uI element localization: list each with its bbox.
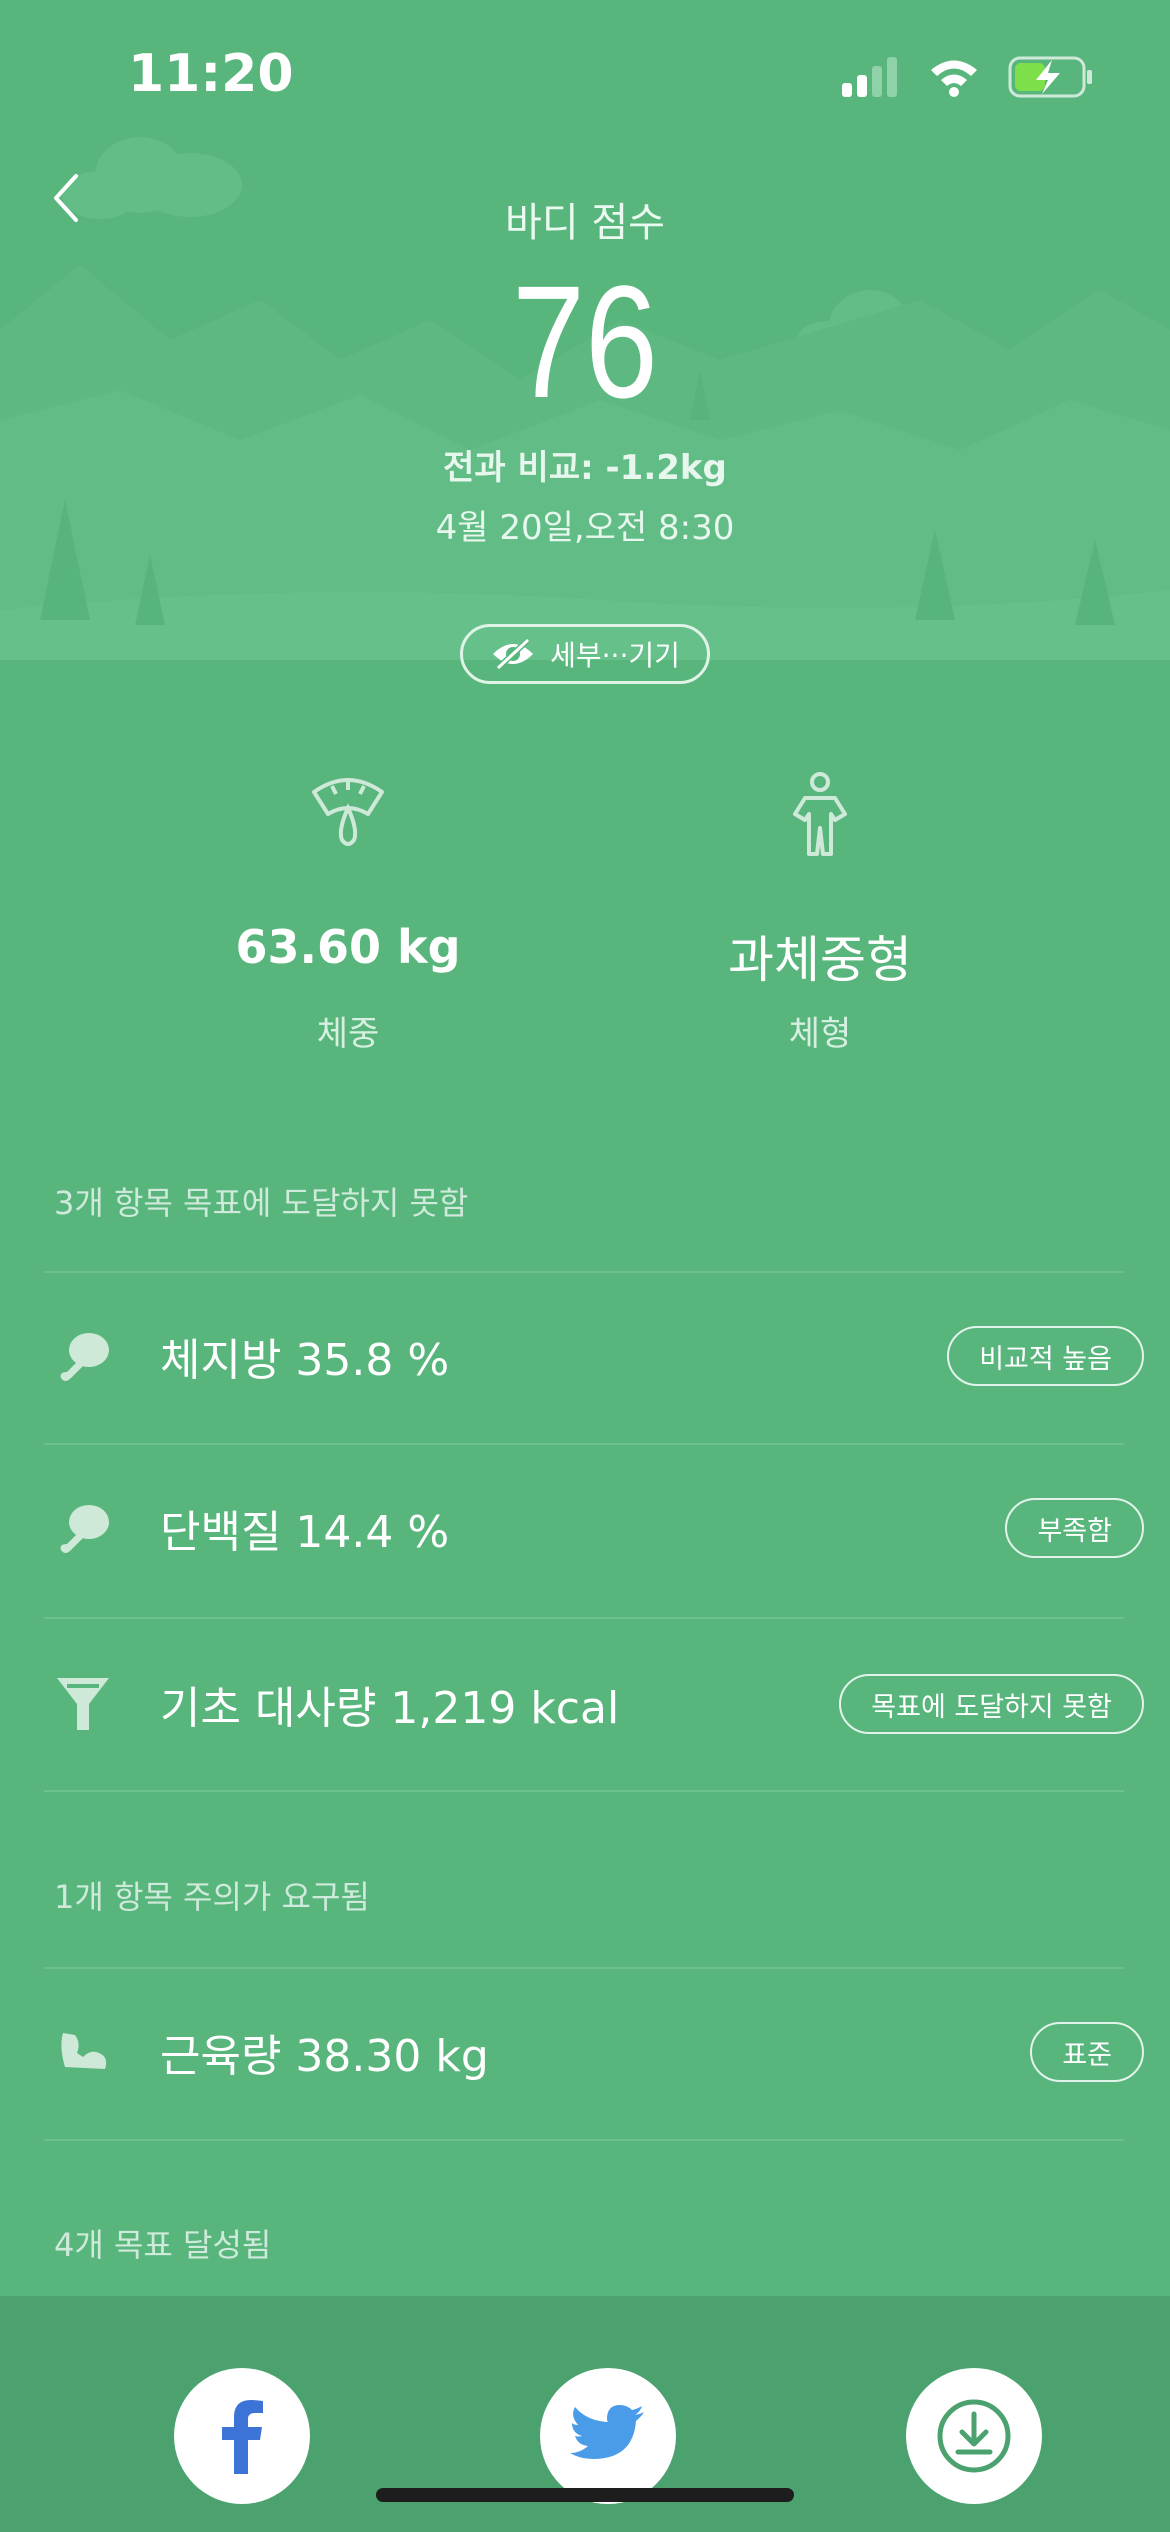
download-button[interactable] bbox=[906, 2368, 1042, 2504]
divider bbox=[44, 1271, 1124, 1273]
divider bbox=[44, 2139, 1124, 2141]
measurement-date: 4월 20일,오전 8:30 bbox=[435, 508, 735, 548]
page-title: 바디 점수 bbox=[505, 200, 665, 246]
divider bbox=[44, 1790, 1124, 1792]
muscle-text: 근육량 38.30 kg bbox=[160, 2031, 489, 2082]
body-fat-text: 체지방 35.8 % bbox=[160, 1335, 450, 1386]
list-item-bmr[interactable]: 기초 대사량 1,219 kcal 목표에 도달하지 못함 bbox=[44, 1644, 1144, 1764]
status-badge: 부족함 bbox=[1005, 1498, 1144, 1558]
weight-comparison: 전과 비교: -1.2kg bbox=[443, 448, 727, 488]
hide-details-label: 세부···기기 bbox=[550, 639, 680, 672]
battery-charging-icon bbox=[1008, 56, 1092, 98]
twitter-icon bbox=[570, 2405, 644, 2459]
home-indicator bbox=[376, 2488, 794, 2502]
status-badge: 목표에 도달하지 못함 bbox=[839, 1674, 1144, 1734]
hero-header: 11:20 바디 점수 76 전과 비교: -1.2kg 4월 20일,오전 8… bbox=[0, 0, 1170, 660]
body-type-label: 체형 bbox=[788, 1014, 852, 1054]
status-badge: 표준 bbox=[1030, 2022, 1144, 2082]
bmr-text: 기초 대사량 1,219 kcal bbox=[160, 1683, 620, 1734]
status-icons bbox=[842, 52, 1094, 102]
eye-off-icon bbox=[493, 638, 534, 670]
share-facebook-button[interactable] bbox=[174, 2368, 310, 2504]
section-caption-attention: 1개 항목 주의가 요구됨 bbox=[54, 1878, 370, 1916]
weight-value: 63.60 kg bbox=[235, 920, 461, 974]
drumstick-icon bbox=[60, 1505, 109, 1553]
hide-details-button[interactable]: 세부···기기 bbox=[460, 624, 710, 684]
section-caption-achieved: 4개 목표 달성됨 bbox=[54, 2226, 272, 2264]
funnel-icon bbox=[57, 1678, 109, 1730]
status-badge: 비교적 높음 bbox=[947, 1326, 1144, 1386]
status-time: 11:20 bbox=[128, 44, 294, 104]
share-twitter-button[interactable] bbox=[540, 2368, 676, 2504]
download-icon bbox=[937, 2399, 1011, 2473]
divider bbox=[44, 1617, 1124, 1619]
wifi-icon bbox=[931, 60, 977, 97]
weight-label: 체중 bbox=[316, 1014, 380, 1054]
body-score: 76 bbox=[512, 252, 658, 431]
drumstick-icon bbox=[60, 1333, 109, 1381]
muscle-arm-icon bbox=[61, 2033, 107, 2069]
facebook-icon bbox=[222, 2400, 263, 2474]
list-item-protein[interactable]: 단백질 14.4 % 부족함 bbox=[44, 1468, 1144, 1588]
body-type-metric: 과체중형 체형 bbox=[610, 770, 1030, 1055]
section-caption-not-reached: 3개 항목 목표에 도달하지 못함 bbox=[54, 1184, 469, 1222]
signal-icon bbox=[842, 57, 897, 97]
list-item-body-fat[interactable]: 체지방 35.8 % 비교적 높음 bbox=[44, 1296, 1144, 1416]
body-figure-icon bbox=[793, 772, 847, 856]
scale-icon bbox=[312, 778, 384, 846]
body-type-value: 과체중형 bbox=[728, 931, 912, 989]
weight-metric: 63.60 kg 체중 bbox=[138, 770, 558, 1055]
list-item-muscle[interactable]: 근육량 38.30 kg 표준 bbox=[44, 1992, 1144, 2112]
protein-text: 단백질 14.4 % bbox=[160, 1507, 450, 1558]
divider bbox=[44, 1967, 1124, 1969]
divider bbox=[44, 1443, 1124, 1445]
